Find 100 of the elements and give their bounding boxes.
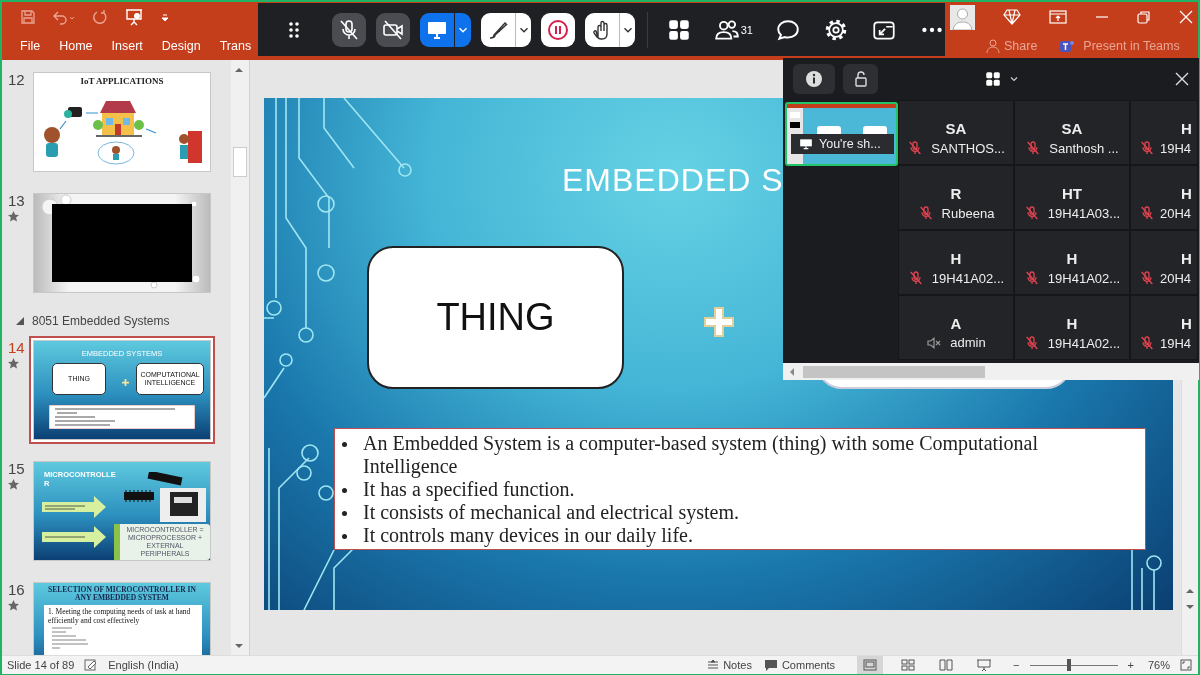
participant-tile[interactable]: H 19H41A02... [1014, 295, 1130, 360]
horizontal-scrollbar[interactable] [783, 363, 1199, 380]
scrollbar-thumb[interactable] [803, 365, 985, 378]
slide-thumbnail[interactable] [33, 193, 211, 293]
avatar-initials: H [1180, 251, 1193, 267]
video-button[interactable] [376, 12, 410, 47]
avatar-initials: R [949, 186, 963, 202]
annotate-options-button[interactable] [515, 12, 531, 47]
zoom-percentage[interactable]: 76% [1147, 659, 1170, 671]
mute-button[interactable] [332, 12, 366, 47]
share-options-button[interactable] [455, 12, 471, 47]
remote-control-button[interactable] [585, 12, 619, 47]
reading-view-icon [938, 658, 955, 672]
participant-name: 19H4 [1160, 335, 1192, 351]
slide-number: 15 [8, 461, 25, 476]
participant-name: SANTHOS... [931, 140, 1005, 156]
self-view-thumbnail[interactable]: You're sh... [785, 102, 898, 166]
fit-to-window-icon[interactable] [1180, 659, 1192, 671]
microphone-icon [337, 17, 361, 42]
participant-tile[interactable]: HT 19H41A03... [1014, 165, 1130, 230]
participant-tile[interactable]: A admin [898, 295, 1014, 360]
bullet-text: An Embedded System is a computer-based system (thing) with some Computational Intelligence [363, 432, 1039, 477]
slide-title: IoT APPLICATIONS [79, 76, 165, 86]
zoom-in-button[interactable]: + [1125, 659, 1136, 671]
notes-button[interactable]: Notes [707, 659, 752, 671]
participant-tile[interactable]: H 19H4 [1130, 295, 1198, 360]
participant-tile[interactable]: SA Santhosh ... [1014, 100, 1130, 165]
normal-view-icon [862, 658, 879, 672]
ribbon-tab[interactable]: Trans [219, 39, 252, 53]
vertical-scrollbar[interactable] [231, 60, 249, 655]
plus-icon [703, 306, 735, 338]
ribbon-tab[interactable]: Insert [111, 39, 143, 53]
spell-check-icon[interactable] [84, 659, 99, 671]
diamond-icon[interactable] [1003, 9, 1021, 25]
avatar-initials: HT [1061, 186, 1083, 202]
ribbon-tab[interactable]: File [20, 39, 41, 53]
participant-name: 20H4 [1160, 270, 1192, 286]
participant-name: Santhosh ... [1049, 140, 1119, 156]
participant-name: 19H41A02... [1047, 335, 1121, 351]
participant-tile[interactable]: H 19H41A02... [1014, 230, 1130, 295]
teams-icon[interactable] [1059, 38, 1076, 54]
avatar-initials: H [1180, 316, 1193, 332]
ribbon-tab[interactable]: Design [161, 39, 201, 53]
slide-number: 16 [8, 582, 25, 597]
avatar-initials: H [1065, 251, 1079, 267]
participant-tile[interactable]: H 19H41A02... [898, 230, 1014, 295]
slide-number: 14 [8, 340, 25, 355]
participant-name: 19H41A02... [1047, 270, 1121, 286]
redo-icon[interactable] [92, 9, 108, 25]
zoom-out-button[interactable]: − [1011, 659, 1022, 671]
avatar-initials: SA [944, 121, 968, 137]
comment-icon [763, 659, 778, 671]
lock-button[interactable] [843, 64, 878, 94]
monitor-icon [799, 138, 813, 150]
sorter-view-icon [900, 658, 917, 672]
avatar-initials: H [1180, 121, 1193, 137]
participant-tile[interactable]: H 20H4 [1130, 165, 1198, 230]
normal-view-button[interactable] [857, 656, 884, 674]
avatar-initials: A [949, 316, 963, 332]
box-text: THING [436, 296, 555, 339]
slide-thumbnail[interactable]: IoT APPLICATIONS [33, 72, 211, 172]
annotate-button[interactable] [481, 12, 515, 47]
undo-icon[interactable] [52, 9, 76, 25]
restore-icon[interactable] [1137, 10, 1151, 24]
participant-tile[interactable]: R Rubeena [898, 165, 1014, 230]
comments-button[interactable]: Comments [763, 659, 836, 671]
slide-number: 12 [8, 72, 25, 87]
avatar-initials: H [1180, 186, 1193, 202]
participant-tile[interactable]: H 20H4 [1130, 230, 1198, 295]
bullet-text: It consists of mechanical and electrical system. [363, 501, 739, 523]
participant-name: 19H41A03... [1047, 205, 1121, 221]
avatar-icon[interactable] [950, 4, 975, 30]
section-header[interactable]: 8051 Embedded Systems [32, 314, 170, 328]
bullet-text: It has a specified function. [363, 478, 575, 500]
participant-name: 19H4 [1160, 140, 1192, 156]
slide-title: EMBEDDED S [562, 162, 784, 199]
language-indicator[interactable]: English (India) [108, 659, 179, 671]
participant-tile[interactable]: SA SANTHOS... [898, 100, 1014, 165]
dropdown-icon[interactable] [160, 12, 170, 22]
close-icon[interactable] [1175, 72, 1189, 86]
bullet-dot [342, 534, 347, 539]
info-icon [805, 70, 823, 88]
slide-indicator: Slide 14 of 89 [7, 659, 75, 671]
pause-share-button[interactable] [541, 12, 575, 47]
presentation-icon[interactable] [124, 8, 144, 26]
participant-name: 19H41A02... [931, 270, 1005, 286]
slider-thumb[interactable] [1067, 659, 1072, 671]
ribbon-display-icon[interactable] [1049, 10, 1067, 24]
ribbon-tab[interactable]: Home [59, 39, 93, 53]
layout-button[interactable] [984, 70, 1020, 88]
remote-control-options-button[interactable] [619, 12, 635, 47]
participant-tile[interactable]: H 19H4 [1130, 100, 1198, 165]
scrollbar-thumb[interactable] [233, 147, 247, 177]
grid-icon [984, 70, 1002, 88]
share-screen-button[interactable] [420, 12, 454, 47]
info-button[interactable] [793, 64, 835, 94]
collapse-triangle-icon[interactable] [16, 317, 24, 325]
slide-number: 13 [8, 193, 25, 208]
participants-button[interactable]: 31 [713, 16, 753, 43]
bullet-dot [342, 488, 347, 493]
